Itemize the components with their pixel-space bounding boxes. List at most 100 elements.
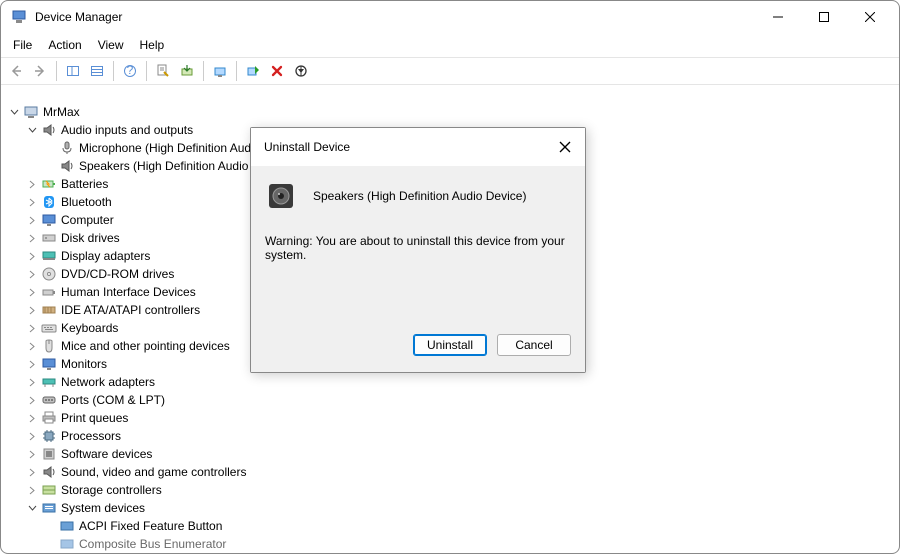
keyboard-icon bbox=[41, 320, 57, 336]
port-icon bbox=[41, 392, 57, 408]
chevron-right-icon[interactable] bbox=[25, 285, 39, 299]
tree-label: Human Interface Devices bbox=[61, 285, 196, 299]
chevron-right-icon[interactable] bbox=[25, 213, 39, 227]
battery-icon bbox=[41, 176, 57, 192]
speaker-icon bbox=[41, 464, 57, 480]
chevron-right-icon[interactable] bbox=[25, 447, 39, 461]
toolbar-separator bbox=[236, 61, 237, 81]
chevron-right-icon[interactable] bbox=[25, 231, 39, 245]
speaker-device-icon bbox=[265, 180, 297, 212]
chevron-right-icon[interactable] bbox=[25, 177, 39, 191]
tree-category-sound[interactable]: Sound, video and game controllers bbox=[5, 463, 899, 481]
tree-category-system[interactable]: System devices bbox=[5, 499, 899, 517]
bluetooth-icon bbox=[41, 194, 57, 210]
storage-icon bbox=[41, 482, 57, 498]
window-title: Device Manager bbox=[35, 10, 755, 24]
tree-label: IDE ATA/ATAPI controllers bbox=[61, 303, 200, 317]
chevron-right-icon[interactable] bbox=[25, 249, 39, 263]
tree-category-ports[interactable]: Ports (COM & LPT) bbox=[5, 391, 899, 409]
cpu-icon bbox=[41, 428, 57, 444]
tree-label: Disk drives bbox=[61, 231, 120, 245]
dialog-warning-text: Warning: You are about to uninstall this… bbox=[265, 234, 571, 262]
chevron-right-icon[interactable] bbox=[25, 339, 39, 353]
menu-help[interactable]: Help bbox=[132, 35, 173, 55]
help-button[interactable]: ? bbox=[119, 60, 141, 82]
toolbar: ? bbox=[1, 57, 899, 85]
scan-button[interactable] bbox=[209, 60, 231, 82]
dialog-title: Uninstall Device bbox=[264, 140, 350, 154]
chevron-right-icon[interactable] bbox=[25, 357, 39, 371]
tree-label: Computer bbox=[61, 213, 114, 227]
tree-device-composite[interactable]: Composite Bus Enumerator bbox=[5, 535, 899, 553]
dvd-icon bbox=[41, 266, 57, 282]
chevron-right-icon[interactable] bbox=[25, 303, 39, 317]
tree-label: Audio inputs and outputs bbox=[61, 123, 193, 137]
chevron-right-icon[interactable] bbox=[25, 483, 39, 497]
disable-device-button[interactable] bbox=[290, 60, 312, 82]
chevron-down-icon[interactable] bbox=[25, 501, 39, 515]
tree-label: Storage controllers bbox=[61, 483, 162, 497]
tree-label: System devices bbox=[61, 501, 145, 515]
close-button[interactable] bbox=[847, 1, 893, 33]
microphone-icon bbox=[59, 140, 75, 156]
title-bar: Device Manager bbox=[1, 1, 899, 33]
toolbar-separator bbox=[113, 61, 114, 81]
chevron-right-icon[interactable] bbox=[25, 267, 39, 281]
tree-category-processors[interactable]: Processors bbox=[5, 427, 899, 445]
update-driver-button[interactable] bbox=[176, 60, 198, 82]
tree-label: Monitors bbox=[61, 357, 107, 371]
chevron-right-icon[interactable] bbox=[25, 393, 39, 407]
cancel-button[interactable]: Cancel bbox=[497, 334, 571, 356]
uninstall-dialog: Uninstall Device Speakers (High Definiti… bbox=[250, 127, 586, 373]
tree-label: Software devices bbox=[61, 447, 152, 461]
uninstall-device-button[interactable] bbox=[266, 60, 288, 82]
menu-action[interactable]: Action bbox=[40, 35, 89, 55]
tree-label: Keyboards bbox=[61, 321, 118, 335]
svg-text:?: ? bbox=[127, 64, 134, 77]
speaker-icon bbox=[41, 122, 57, 138]
tree-label: Bluetooth bbox=[61, 195, 112, 209]
tree-device-acpi[interactable]: ACPI Fixed Feature Button bbox=[5, 517, 899, 535]
dialog-device-name: Speakers (High Definition Audio Device) bbox=[313, 189, 526, 203]
properties-button[interactable] bbox=[152, 60, 174, 82]
monitor-icon bbox=[41, 356, 57, 372]
app-icon bbox=[11, 9, 27, 25]
uninstall-button[interactable]: Uninstall bbox=[413, 334, 487, 356]
chevron-right-icon[interactable] bbox=[25, 411, 39, 425]
show-hide-console-button[interactable] bbox=[62, 60, 84, 82]
tree-label: Sound, video and game controllers bbox=[61, 465, 246, 479]
menu-view[interactable]: View bbox=[90, 35, 132, 55]
toolbar-separator bbox=[56, 61, 57, 81]
chevron-down-icon[interactable] bbox=[7, 105, 21, 119]
chevron-right-icon[interactable] bbox=[25, 195, 39, 209]
tree-category-network[interactable]: Network adapters bbox=[5, 373, 899, 391]
menu-file[interactable]: File bbox=[5, 35, 40, 55]
mouse-icon bbox=[41, 338, 57, 354]
tree-category-software[interactable]: Software devices bbox=[5, 445, 899, 463]
enable-device-button[interactable] bbox=[242, 60, 264, 82]
tree-category-print[interactable]: Print queues bbox=[5, 409, 899, 427]
chevron-right-icon[interactable] bbox=[25, 465, 39, 479]
tree-label: Batteries bbox=[61, 177, 108, 191]
chevron-down-icon[interactable] bbox=[25, 123, 39, 137]
monitor-icon bbox=[41, 212, 57, 228]
computer-root-node[interactable]: MrMax bbox=[5, 103, 899, 121]
back-button[interactable] bbox=[5, 60, 27, 82]
tree-category-storage[interactable]: Storage controllers bbox=[5, 481, 899, 499]
tree-root-label: MrMax bbox=[43, 105, 80, 119]
system-icon bbox=[41, 500, 57, 516]
view-button[interactable] bbox=[86, 60, 108, 82]
maximize-button[interactable] bbox=[801, 1, 847, 33]
chevron-right-icon[interactable] bbox=[25, 429, 39, 443]
tree-label: Processors bbox=[61, 429, 121, 443]
forward-button[interactable] bbox=[29, 60, 51, 82]
system-device-icon bbox=[59, 518, 75, 534]
chevron-right-icon[interactable] bbox=[25, 375, 39, 389]
dialog-close-button[interactable] bbox=[555, 137, 575, 157]
minimize-button[interactable] bbox=[755, 1, 801, 33]
chevron-right-icon[interactable] bbox=[25, 321, 39, 335]
toolbar-separator bbox=[203, 61, 204, 81]
tree-label: ACPI Fixed Feature Button bbox=[79, 519, 222, 533]
software-icon bbox=[41, 446, 57, 462]
disk-icon bbox=[41, 230, 57, 246]
